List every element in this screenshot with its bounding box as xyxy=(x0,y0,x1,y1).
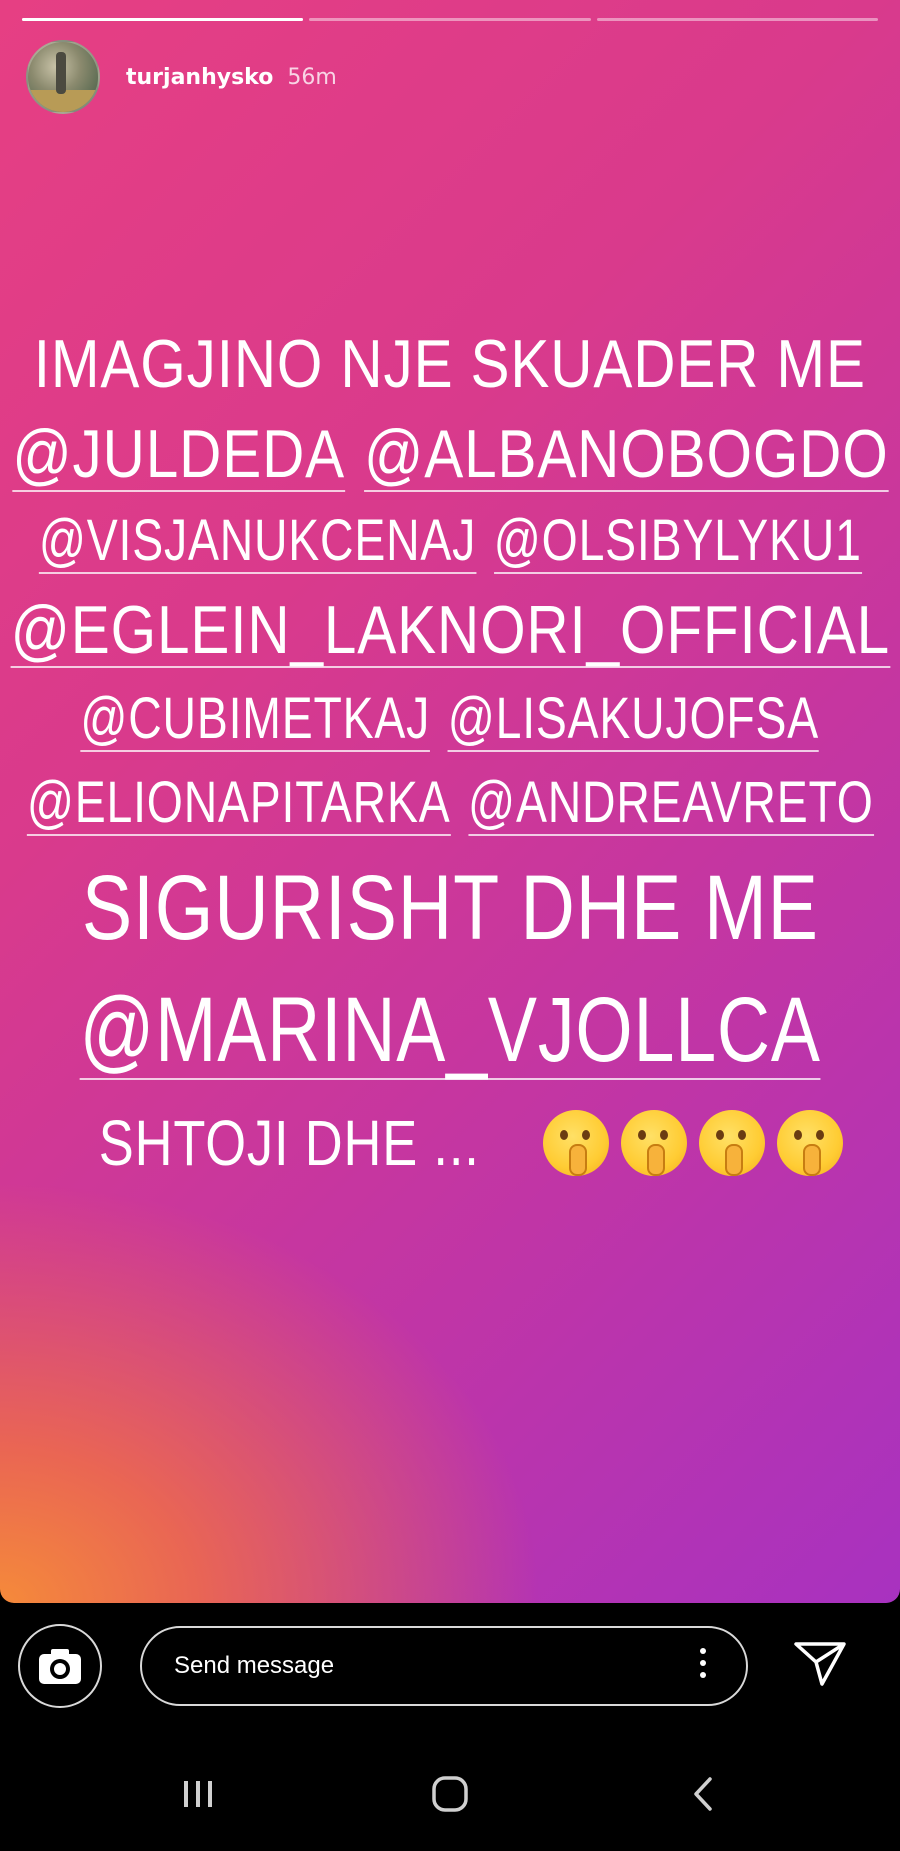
mention-row: @ELIONAPITARKA @ANDREAVRETO xyxy=(26,774,874,836)
mention-row: @CUBIMETKAJ @LISAKUJOFSA xyxy=(80,690,820,752)
mention[interactable]: @OLSIBYLYKU1 xyxy=(493,512,862,574)
mention-row: @MARINA_VJOLLCA xyxy=(79,984,821,1080)
mention[interactable]: @ELIONAPITARKA xyxy=(26,774,451,836)
camera-button[interactable] xyxy=(18,1624,102,1708)
emoji-row: SHTOJI DHE ... xyxy=(57,1107,844,1179)
mention[interactable]: @CUBIMETKAJ xyxy=(80,690,431,752)
story-view[interactable]: turjanhysko 56m IMAGJINO NJE SKUADER ME … xyxy=(0,0,900,1603)
mention-row: @VISJANUKCENAJ @OLSIBYLYKU1 xyxy=(38,512,862,574)
progress-segment xyxy=(596,18,878,21)
system-navbar xyxy=(0,1760,900,1851)
camera-icon xyxy=(39,1649,81,1684)
mention[interactable]: @MARINA_VJOLLCA xyxy=(79,984,821,1080)
mention[interactable]: @LISAKUJOFSA xyxy=(448,690,820,752)
avatar[interactable] xyxy=(26,40,100,114)
more-vertical-icon[interactable] xyxy=(700,1648,706,1678)
message-composer: Send message xyxy=(0,1624,900,1724)
text-line: SHTOJI DHE ... xyxy=(98,1107,480,1179)
mention-row: @EGLEIN_LAKNORI_OFFICIAL xyxy=(10,596,890,668)
mention[interactable]: @ALBANOBOGDO xyxy=(363,420,889,492)
story-text: IMAGJINO NJE SKUADER ME @JULDEDA @ALBANO… xyxy=(0,330,900,1176)
back-icon[interactable] xyxy=(688,1774,718,1814)
shushing-face-icon xyxy=(543,1110,610,1176)
story-progress xyxy=(22,18,878,21)
home-icon[interactable] xyxy=(430,1774,470,1814)
message-placeholder: Send message xyxy=(174,1652,335,1679)
progress-segment xyxy=(309,18,591,21)
shushing-face-icon xyxy=(621,1110,688,1176)
message-input[interactable]: Send message xyxy=(140,1626,748,1706)
shushing-face-icon xyxy=(699,1110,766,1176)
post-time: 56m xyxy=(287,64,337,90)
recents-icon[interactable] xyxy=(180,1778,216,1810)
text-line: SIGURISHT DHE ME xyxy=(81,857,819,959)
mention-row: @JULDEDA @ALBANOBOGDO xyxy=(11,420,889,492)
text-line: IMAGJINO NJE SKUADER ME xyxy=(33,326,867,402)
story-header: turjanhysko 56m xyxy=(26,40,337,114)
username[interactable]: turjanhysko xyxy=(126,65,273,90)
mention[interactable]: @VISJANUKCENAJ xyxy=(38,512,476,574)
mention[interactable]: @EGLEIN_LAKNORI_OFFICIAL xyxy=(10,596,890,668)
progress-segment xyxy=(22,18,304,21)
send-icon[interactable] xyxy=(792,1638,848,1688)
mention[interactable]: @ANDREAVRETO xyxy=(467,774,874,836)
shushing-face-icon xyxy=(777,1110,844,1176)
mention[interactable]: @JULDEDA xyxy=(11,420,345,492)
